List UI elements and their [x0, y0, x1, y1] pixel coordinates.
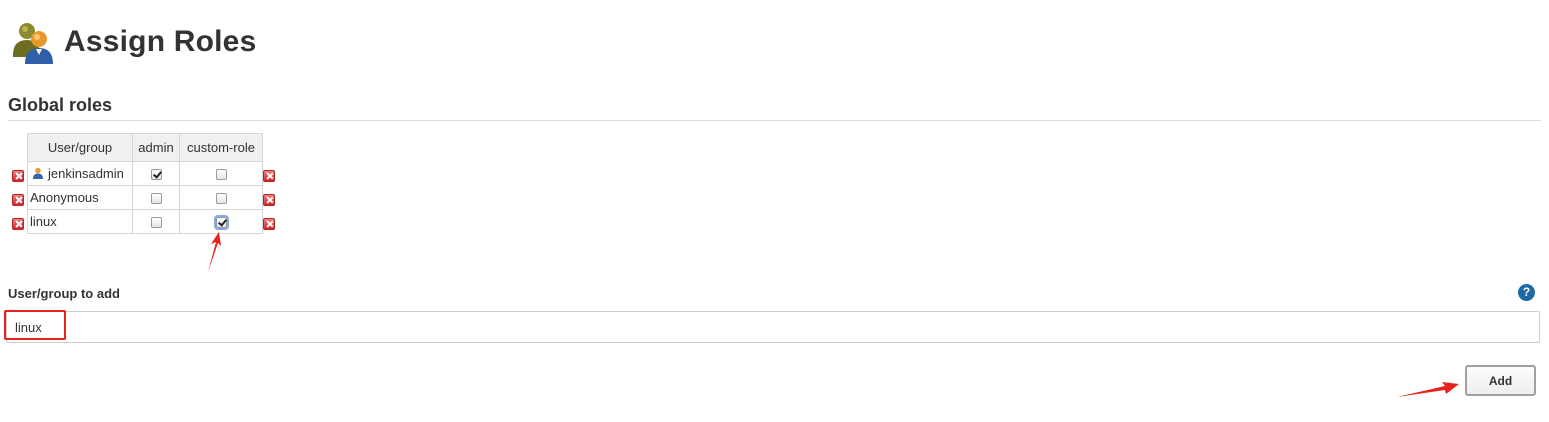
user-name: jenkinsadmin	[48, 166, 124, 181]
user-cell: Anonymous	[27, 185, 133, 210]
admin-cell	[132, 161, 180, 186]
delete-row-icon[interactable]	[12, 194, 24, 206]
custom-role-checkbox[interactable]	[215, 193, 227, 205]
annotation-arrow-icon	[208, 232, 221, 272]
delete-row-icon[interactable]	[12, 170, 24, 182]
section-divider	[8, 120, 1541, 121]
table-header-row: User/group admin custom-role	[27, 133, 263, 162]
user-group-input[interactable]	[6, 311, 1540, 343]
custom-role-cell	[179, 161, 263, 186]
user-name: Anonymous	[30, 190, 99, 205]
admin-checkbox[interactable]	[150, 193, 162, 205]
user-icon	[33, 167, 43, 179]
roles-table: User/group admin custom-role jenkinsadmi…	[27, 133, 263, 234]
page: Assign Roles Global roles User/group adm…	[0, 0, 1549, 422]
help-icon[interactable]: ?	[1518, 284, 1535, 301]
admin-cell	[132, 185, 180, 210]
column-header-admin: admin	[132, 133, 180, 162]
admin-checkbox[interactable]	[150, 169, 162, 181]
delete-row-icon[interactable]	[263, 194, 275, 206]
user-cell: jenkinsadmin	[27, 161, 133, 186]
custom-role-cell	[179, 185, 263, 210]
delete-row-icon[interactable]	[12, 218, 24, 230]
page-header: Assign Roles	[10, 18, 256, 66]
custom-role-cell	[179, 209, 263, 234]
user-group-icon	[13, 23, 53, 64]
page-title: Assign Roles	[64, 25, 257, 58]
user-cell: linux	[27, 209, 133, 234]
column-header-user-group: User/group	[27, 133, 133, 162]
table-row: Anonymous	[27, 185, 263, 210]
admin-checkbox[interactable]	[150, 217, 162, 229]
add-user-label: User/group to add	[8, 286, 120, 301]
custom-role-checkbox[interactable]	[213, 215, 229, 231]
user-name: linux	[30, 214, 57, 229]
admin-cell	[132, 209, 180, 234]
add-button[interactable]: Add	[1465, 365, 1536, 396]
column-header-custom-role: custom-role	[179, 133, 263, 162]
delete-row-icon[interactable]	[263, 170, 275, 182]
table-row: linux	[27, 209, 263, 234]
custom-role-checkbox[interactable]	[215, 169, 227, 181]
section-title: Global roles	[8, 95, 113, 115]
annotation-arrow-icon	[1397, 382, 1459, 397]
table-row: jenkinsadmin	[27, 161, 263, 186]
delete-row-icon[interactable]	[263, 218, 275, 230]
